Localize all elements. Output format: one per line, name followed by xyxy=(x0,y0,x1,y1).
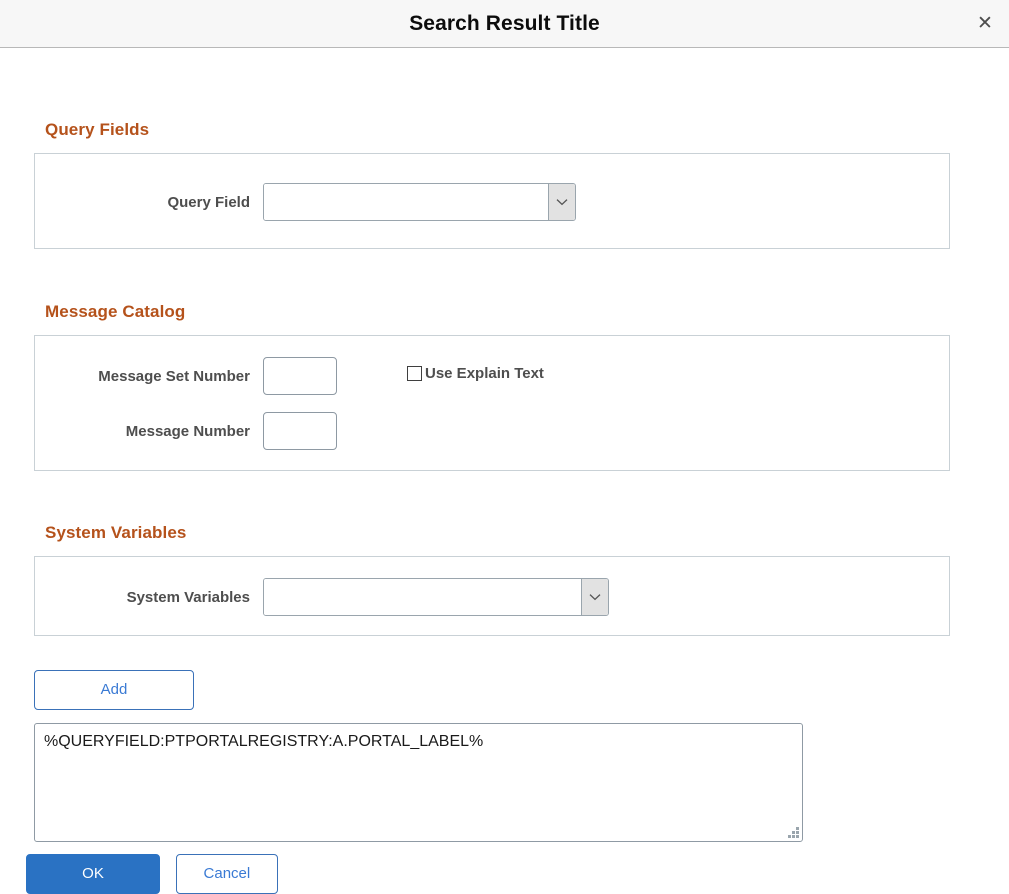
page-title: Search Result Title xyxy=(0,12,1009,36)
system-variables-dropdown-value xyxy=(264,579,581,615)
result-textarea-wrapper xyxy=(34,723,803,842)
section-heading-system-variables: System Variables xyxy=(45,523,950,543)
use-explain-text-label[interactable]: Use Explain Text xyxy=(425,365,544,382)
section-message-catalog: Message Catalog Message Set Number Messa… xyxy=(34,302,950,471)
use-explain-text-checkbox-group[interactable]: Use Explain Text xyxy=(407,365,544,382)
close-icon[interactable]: ✕ xyxy=(970,9,1000,39)
ok-button[interactable]: OK xyxy=(26,854,160,894)
dialog-footer: OK Cancel xyxy=(26,854,278,894)
cancel-button[interactable]: Cancel xyxy=(176,854,278,894)
query-field-dropdown[interactable] xyxy=(263,183,576,221)
field-row-message-set-number: Message Set Number xyxy=(35,357,337,395)
message-set-number-label: Message Set Number xyxy=(35,368,263,385)
message-set-number-input[interactable] xyxy=(263,357,337,395)
field-row-system-variables: System Variables xyxy=(35,578,609,616)
message-number-input[interactable] xyxy=(263,412,337,450)
system-variables-dropdown[interactable] xyxy=(263,578,609,616)
query-field-label: Query Field xyxy=(35,194,263,211)
query-field-dropdown-value xyxy=(264,184,548,220)
chevron-down-icon[interactable] xyxy=(581,579,608,615)
field-row-query-field: Query Field xyxy=(35,183,576,221)
search-result-title-textarea[interactable] xyxy=(34,723,803,842)
dialog-titlebar: Search Result Title ✕ xyxy=(0,0,1009,48)
groupbox-query-fields: Query Field xyxy=(34,153,950,249)
groupbox-message-catalog: Message Set Number Message Number Use Ex… xyxy=(34,335,950,471)
field-row-message-number: Message Number xyxy=(35,412,337,450)
groupbox-system-variables: System Variables xyxy=(34,556,950,636)
add-button[interactable]: Add xyxy=(34,670,194,710)
section-heading-query-fields: Query Fields xyxy=(45,120,950,140)
section-heading-message-catalog: Message Catalog xyxy=(45,302,950,322)
chevron-down-icon[interactable] xyxy=(548,184,575,220)
system-variables-label: System Variables xyxy=(35,589,263,606)
use-explain-text-checkbox[interactable] xyxy=(407,366,422,381)
message-number-label: Message Number xyxy=(35,423,263,440)
section-system-variables: System Variables System Variables xyxy=(34,523,950,636)
section-query-fields: Query Fields Query Field xyxy=(34,120,950,249)
